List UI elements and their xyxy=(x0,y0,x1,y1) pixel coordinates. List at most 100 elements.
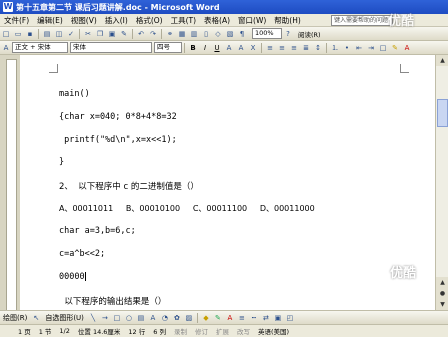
diagram-icon[interactable]: ◔ xyxy=(160,313,170,323)
doc-line-2: {char x=040; 0*8+4*8=32 xyxy=(59,112,177,122)
increase-indent-icon[interactable]: ⇥ xyxy=(366,43,376,53)
print-icon[interactable]: ▤ xyxy=(42,29,52,39)
border-icon[interactable]: □ xyxy=(378,43,388,53)
font-color-draw-icon[interactable]: A xyxy=(225,313,235,323)
textbox-icon[interactable]: ▤ xyxy=(136,313,146,323)
3d-icon[interactable]: ◰ xyxy=(285,313,295,323)
autoshapes-button[interactable]: 自选图形(U) xyxy=(42,313,87,323)
underline-icon[interactable]: U xyxy=(212,43,222,53)
toolbar-separator xyxy=(79,28,80,39)
tables-icon[interactable]: ▦ xyxy=(177,29,187,39)
char-shading-icon[interactable]: A xyxy=(236,43,246,53)
line-icon[interactable]: ╲ xyxy=(88,313,98,323)
status-section: 1 节 xyxy=(38,328,52,336)
numbering-icon[interactable]: ⒈ xyxy=(330,43,340,53)
document-map-icon[interactable]: ▧ xyxy=(225,29,235,39)
bullets-icon[interactable]: • xyxy=(342,43,352,53)
zoom-combo[interactable]: 100% xyxy=(252,28,282,39)
redo-icon[interactable]: ↷ xyxy=(148,29,158,39)
arrow-style-icon[interactable]: ⇄ xyxy=(261,313,271,323)
drawing-icon[interactable]: ◇ xyxy=(213,29,223,39)
wordart-icon[interactable]: A xyxy=(148,313,158,323)
line-style-icon[interactable]: ≡ xyxy=(237,313,247,323)
justify-icon[interactable]: ≣ xyxy=(301,43,311,53)
doc-line-1: main() xyxy=(59,89,90,99)
arrow-icon[interactable]: → xyxy=(100,313,110,323)
select-browse-object-icon[interactable]: ● xyxy=(436,288,448,299)
insert-table-icon[interactable]: ▥ xyxy=(189,29,199,39)
format-painter-icon[interactable]: ✎ xyxy=(119,29,129,39)
italic-icon[interactable]: I xyxy=(200,43,210,53)
toolbar-separator xyxy=(184,42,185,53)
align-left-icon[interactable]: ≡ xyxy=(265,43,275,53)
status-line: 12 行 xyxy=(128,328,146,336)
draw-menu-button[interactable]: 绘图(R) xyxy=(0,313,30,323)
print-preview-icon[interactable]: ◫ xyxy=(54,29,64,39)
formatting-toolbar: A 正文 + 宋体 宋体 四号 B I U A A X ≡ ≡ ≡ ≣ ↕ ⒈ … xyxy=(0,41,448,55)
highlight-icon[interactable]: ✎ xyxy=(390,43,400,53)
new-document-icon[interactable]: □ xyxy=(1,29,11,39)
doc-line-9-text: 00000 xyxy=(59,272,85,282)
picture-icon[interactable]: ▨ xyxy=(184,313,194,323)
copy-icon[interactable]: ❐ xyxy=(95,29,105,39)
prev-page-icon[interactable]: ▲ xyxy=(436,277,448,288)
doc-line-6: A、00011011 B、00010100 C、00011100 D、00011… xyxy=(59,204,315,213)
menu-edit[interactable]: 编辑(E) xyxy=(33,15,67,26)
align-center-icon[interactable]: ≡ xyxy=(277,43,287,53)
word-app-icon[interactable]: W xyxy=(3,2,13,12)
vertical-scrollbar[interactable]: ▲ ▲ ● ▼ xyxy=(435,55,448,310)
char-scale-icon[interactable]: X xyxy=(248,43,258,53)
help-icon[interactable]: ? xyxy=(283,29,293,39)
menu-insert[interactable]: 插入(I) xyxy=(101,15,132,26)
styles-pane-icon[interactable]: A xyxy=(1,43,11,53)
status-extend[interactable]: 扩展 xyxy=(212,326,233,336)
document-page[interactable]: main() {char x=040; 0*8+4*8=32 printf("%… xyxy=(20,55,435,310)
columns-icon[interactable]: ▯ xyxy=(201,29,211,39)
scroll-thumb[interactable] xyxy=(437,99,448,127)
help-search-input[interactable]: 键入需要帮助的问题 xyxy=(331,15,393,26)
menu-window[interactable]: 窗口(W) xyxy=(234,15,270,26)
reading-mode-button[interactable]: 阅读(R) xyxy=(298,29,321,39)
status-overtype[interactable]: 改写 xyxy=(233,326,254,336)
status-track[interactable]: 修订 xyxy=(191,326,212,336)
align-right-icon[interactable]: ≡ xyxy=(289,43,299,53)
menu-tools[interactable]: 工具(T) xyxy=(167,15,200,26)
scroll-up-icon[interactable]: ▲ xyxy=(436,55,448,66)
menu-format[interactable]: 格式(O) xyxy=(132,15,167,26)
shadow-icon[interactable]: ▣ xyxy=(273,313,283,323)
bold-icon[interactable]: B xyxy=(188,43,198,53)
vertical-ruler-area xyxy=(0,55,20,323)
fill-color-icon[interactable]: ◆ xyxy=(201,313,211,323)
style-combo[interactable]: 正文 + 宋体 xyxy=(12,42,68,53)
show-hide-icon[interactable]: ¶ xyxy=(237,29,247,39)
save-icon[interactable]: ▪ xyxy=(25,29,35,39)
font-size-combo[interactable]: 四号 xyxy=(154,42,182,53)
char-border-icon[interactable]: A xyxy=(224,43,234,53)
font-color-icon[interactable]: A xyxy=(402,43,412,53)
decrease-indent-icon[interactable]: ⇤ xyxy=(354,43,364,53)
open-folder-icon[interactable]: ▭ xyxy=(13,29,23,39)
menu-file[interactable]: 文件(F) xyxy=(0,15,33,26)
youku-watermark: 优酷 xyxy=(388,14,415,29)
menu-table[interactable]: 表格(A) xyxy=(200,15,234,26)
menu-help[interactable]: 帮助(H) xyxy=(270,15,305,26)
next-page-icon[interactable]: ▼ xyxy=(436,299,448,310)
clipart-icon[interactable]: ✿ xyxy=(172,313,182,323)
dash-style-icon[interactable]: ┅ xyxy=(249,313,259,323)
hyperlink-icon[interactable]: ⚭ xyxy=(165,29,175,39)
line-color-icon[interactable]: ✎ xyxy=(213,313,223,323)
oval-icon[interactable]: ○ xyxy=(124,313,134,323)
status-record[interactable]: 录制 xyxy=(170,326,191,336)
rectangle-icon[interactable]: □ xyxy=(112,313,122,323)
select-objects-icon[interactable]: ↖ xyxy=(31,313,41,323)
doc-line-3: printf("%d\n",x=x<<1); xyxy=(59,135,177,145)
line-spacing-icon[interactable]: ↕ xyxy=(313,43,323,53)
toolbar-separator xyxy=(38,28,39,39)
font-combo[interactable]: 宋体 xyxy=(70,42,152,53)
undo-icon[interactable]: ↶ xyxy=(136,29,146,39)
menu-view[interactable]: 视图(V) xyxy=(67,15,101,26)
margin-corner-mark xyxy=(49,64,58,73)
cut-icon[interactable]: ✂ xyxy=(83,29,93,39)
paste-icon[interactable]: ▣ xyxy=(107,29,117,39)
spelling-icon[interactable]: ✓ xyxy=(66,29,76,39)
